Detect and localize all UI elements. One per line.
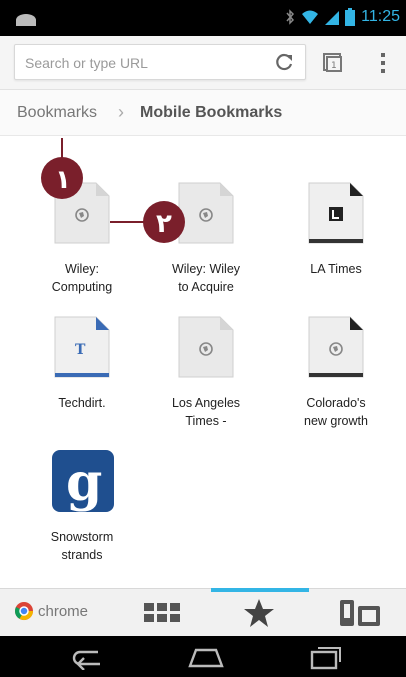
omnibox-placeholder[interactable]: Search or type URL [25, 55, 148, 71]
la-times-favicon[interactable] [308, 182, 364, 244]
bookmark-label: Wiley: Wiley to Acquire [171, 262, 241, 294]
back-icon[interactable] [70, 644, 110, 670]
bookmark-item[interactable]: g Snowstorm strands [22, 450, 142, 570]
bookmarks-tab[interactable] [211, 588, 309, 637]
bookmark-label: Techdirt. [58, 396, 106, 410]
techdirt-favicon[interactable]: T [54, 316, 110, 378]
bookmarks-bottom-bar: chrome [0, 588, 406, 636]
other-devices-icon[interactable] [336, 598, 382, 628]
svg-text:1: 1 [331, 61, 337, 71]
breadcrumb-current-folder: Mobile Bookmarks [140, 104, 283, 121]
android-debug-icon [16, 14, 36, 26]
breadcrumb-separator: › [118, 102, 124, 122]
breadcrumb-bookmarks-link[interactable]: Bookmarks [17, 104, 97, 122]
bluetooth-icon [286, 9, 295, 25]
bookmark-item[interactable]: Los Angeles Times - [146, 316, 266, 436]
signal-icon [325, 11, 340, 25]
bookmark-label: Snowstorm strands [50, 530, 114, 562]
chrome-logo-icon [14, 602, 33, 621]
omnibox[interactable]: Search or type URL [14, 44, 306, 80]
breadcrumb: Bookmarks › Mobile Bookmarks [0, 90, 406, 136]
g-logo-icon[interactable]: g [52, 450, 114, 512]
globe-icon[interactable] [178, 316, 234, 378]
home-icon[interactable] [186, 644, 226, 670]
tab-switcher-icon[interactable]: 1 [322, 52, 344, 74]
callout-1-number: ١ [55, 165, 71, 195]
chrome-label: chrome [38, 602, 89, 620]
android-nav-bar [0, 636, 406, 677]
bookmark-label: Wiley: Computing [51, 262, 113, 294]
callout-2: ٢ [110, 201, 185, 243]
browser-toolbar: Search or type URL 1 [0, 36, 406, 90]
star-icon [244, 599, 274, 627]
bookmark-grid: Wiley: Computing Wiley: Wiley to Acquire… [0, 136, 406, 588]
callout-1: ١ [41, 138, 83, 199]
recent-apps-icon[interactable] [306, 644, 346, 670]
callout-2-number: ٢ [156, 209, 172, 239]
bookmark-label: Colorado's new growth [304, 396, 368, 428]
reload-icon[interactable] [275, 52, 295, 72]
bookmark-item[interactable]: LA Times [276, 182, 396, 302]
bookmark-item[interactable]: Colorado's new growth [276, 316, 396, 436]
bookmark-label: LA Times [310, 262, 362, 276]
svg-text:g: g [66, 452, 102, 512]
status-time: 11:25 [361, 8, 400, 25]
battery-icon [345, 8, 356, 26]
chrome-home-button[interactable]: chrome [14, 601, 88, 621]
wifi-icon [302, 10, 319, 24]
overflow-menu-icon[interactable] [378, 52, 388, 74]
svg-text:T: T [75, 342, 86, 358]
status-bar: 11:25 [0, 0, 406, 36]
globe-icon[interactable] [308, 316, 364, 378]
bookmark-item[interactable]: T Techdirt. [22, 316, 142, 436]
most-visited-icon[interactable] [140, 599, 184, 627]
bookmark-label: Los Angeles Times - [171, 396, 241, 428]
active-tab-indicator [211, 588, 309, 592]
